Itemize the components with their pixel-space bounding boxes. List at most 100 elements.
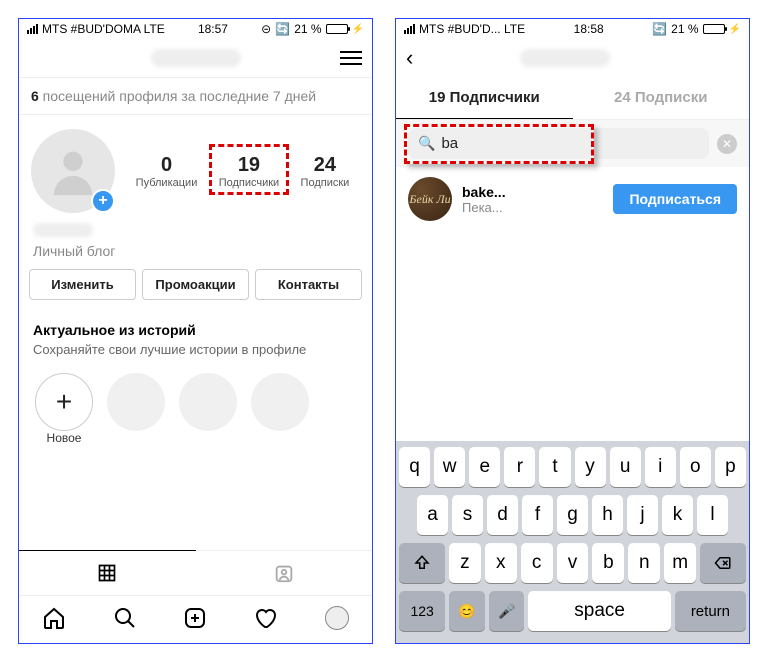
promotions-button[interactable]: Промоакции: [142, 269, 249, 300]
visits-count: 6: [31, 88, 39, 104]
battery-percent: 21 %: [671, 22, 698, 36]
nav-search[interactable]: [90, 596, 161, 640]
highlight-placeholder: [179, 373, 237, 431]
key-s[interactable]: s: [452, 495, 483, 535]
highlight-placeholder: [107, 373, 165, 431]
nav-profile[interactable]: [301, 596, 372, 640]
key-j[interactable]: j: [627, 495, 658, 535]
nav-home[interactable]: [19, 596, 90, 640]
key-y[interactable]: y: [575, 447, 606, 487]
key-t[interactable]: t: [539, 447, 570, 487]
search-input[interactable]: 🔍 ba: [408, 128, 709, 159]
result-subtitle: Пека...: [462, 200, 603, 215]
key-b[interactable]: b: [592, 543, 624, 583]
stat-following[interactable]: 24 Подписки: [301, 154, 350, 189]
clock-text: 18:58: [574, 22, 604, 36]
new-highlight-button[interactable]: +: [35, 373, 93, 431]
key-d[interactable]: d: [487, 495, 518, 535]
grid-icon: [97, 563, 117, 583]
key-n[interactable]: n: [628, 543, 660, 583]
key-e[interactable]: e: [469, 447, 500, 487]
battery-percent: 21 %: [294, 22, 321, 36]
key-return[interactable]: return: [675, 591, 746, 631]
highlight-placeholder: [251, 373, 309, 431]
tab-followers[interactable]: 19 Подписчики: [396, 77, 573, 119]
followers-following-tabs: 19 Подписчики 24 Подписки: [396, 77, 749, 120]
key-m[interactable]: m: [664, 543, 696, 583]
nav-add[interactable]: [160, 596, 231, 640]
edit-profile-button[interactable]: Изменить: [29, 269, 136, 300]
status-bar: MTS #BUD'DOMA LTE 18:57 ⊝ 🔄 21 % ⚡: [19, 19, 372, 39]
battery-icon: [703, 24, 725, 34]
dnd-icon: ⊝: [261, 22, 271, 36]
result-avatar: Бейк Ли: [408, 177, 452, 221]
key-x[interactable]: x: [485, 543, 517, 583]
add-post-icon: [183, 606, 207, 630]
key-k[interactable]: k: [662, 495, 693, 535]
key-u[interactable]: u: [610, 447, 641, 487]
search-result-row[interactable]: Бейк Ли bake... Пека... Подписаться: [396, 167, 749, 231]
phone-screen-followers: MTS #BUD'D... LTE 18:58 🔄 21 % ⚡ ‹ 19 По…: [395, 18, 750, 644]
username-title[interactable]: [151, 49, 241, 67]
stat-posts[interactable]: 0 Публикации: [136, 154, 198, 189]
rotation-lock-icon: 🔄: [652, 22, 667, 36]
profile-header: + 0 Публикации 19 Подписчики 24 Подписки: [19, 115, 372, 219]
visits-text: посещений профиля за последние 7 дней: [39, 88, 316, 104]
key-mic[interactable]: 🎤: [489, 591, 525, 631]
key-r[interactable]: r: [504, 447, 535, 487]
add-story-badge[interactable]: +: [91, 189, 115, 213]
key-w[interactable]: w: [434, 447, 465, 487]
highlights-title: Актуальное из историй: [33, 322, 358, 338]
story-highlights-section: Актуальное из историй Сохраняйте свои лу…: [19, 312, 372, 461]
key-p[interactable]: p: [715, 447, 746, 487]
key-f[interactable]: f: [522, 495, 553, 535]
contacts-button[interactable]: Контакты: [255, 269, 362, 300]
charging-icon: ⚡: [729, 24, 741, 35]
profile-avatar-small: [325, 606, 349, 630]
highlights-subtitle: Сохраняйте свои лучшие истории в профиле: [33, 342, 358, 359]
status-bar: MTS #BUD'D... LTE 18:58 🔄 21 % ⚡: [396, 19, 749, 39]
ios-keyboard: qwertyuiop asdfghjkl zxcvbnm 123 😊 🎤 spa…: [396, 441, 749, 643]
phone-screen-profile: MTS #BUD'DOMA LTE 18:57 ⊝ 🔄 21 % ⚡ 6 пос…: [18, 18, 373, 644]
carrier-text: MTS #BUD'D... LTE: [419, 22, 525, 36]
key-c[interactable]: c: [521, 543, 553, 583]
key-z[interactable]: z: [449, 543, 481, 583]
signal-icon: [27, 24, 38, 34]
key-shift[interactable]: [399, 543, 445, 583]
stat-followers[interactable]: 19 Подписчики: [219, 154, 280, 189]
nav-activity[interactable]: [231, 596, 302, 640]
profile-visits-banner[interactable]: 6 посещений профиля за последние 7 дней: [19, 77, 372, 115]
person-icon: [44, 142, 102, 200]
bottom-nav: [19, 595, 372, 643]
clock-text: 18:57: [198, 22, 228, 36]
search-icon: [113, 606, 137, 630]
key-a[interactable]: a: [417, 495, 448, 535]
tagged-tab[interactable]: [196, 551, 373, 595]
profile-name: [33, 223, 93, 237]
key-v[interactable]: v: [557, 543, 589, 583]
profile-category: Личный блог: [33, 243, 358, 259]
key-h[interactable]: h: [592, 495, 623, 535]
search-query: ba: [441, 135, 458, 152]
back-button[interactable]: ‹: [406, 45, 413, 71]
key-q[interactable]: q: [399, 447, 430, 487]
menu-icon[interactable]: [340, 51, 362, 65]
tab-following[interactable]: 24 Подписки: [573, 77, 750, 119]
username-title: [520, 49, 610, 67]
key-space[interactable]: space: [528, 591, 670, 631]
key-l[interactable]: l: [697, 495, 728, 535]
key-g[interactable]: g: [557, 495, 588, 535]
shift-icon: [413, 554, 431, 572]
key-i[interactable]: i: [645, 447, 676, 487]
key-123[interactable]: 123: [399, 591, 445, 631]
grid-tab[interactable]: [19, 550, 196, 594]
key-o[interactable]: o: [680, 447, 711, 487]
heart-icon: [254, 606, 278, 630]
profile-bio: Личный блог: [19, 219, 372, 269]
key-backspace[interactable]: [700, 543, 746, 583]
follow-button[interactable]: Подписаться: [613, 184, 737, 214]
key-emoji[interactable]: 😊: [449, 591, 485, 631]
clear-search-button[interactable]: ✕: [717, 134, 737, 154]
followers-navbar: ‹: [396, 39, 749, 77]
rotation-lock-icon: 🔄: [275, 22, 290, 36]
